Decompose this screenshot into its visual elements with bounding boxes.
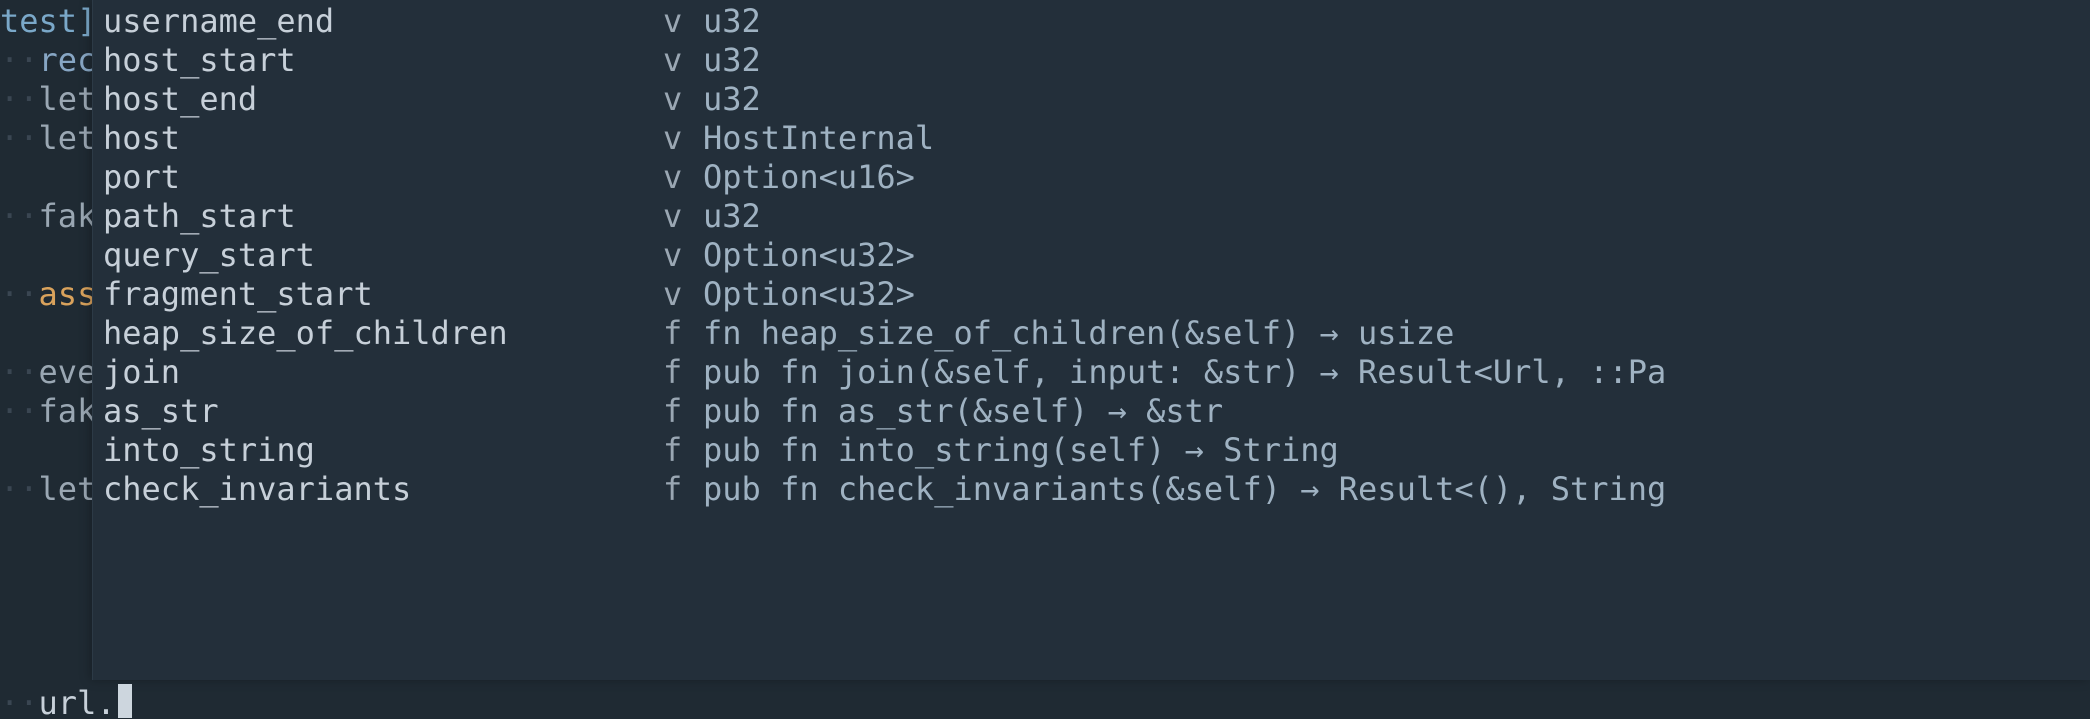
completion-detail: pub fn join(&self, input: &str) → Result… — [703, 353, 2090, 392]
completion-name: query_start — [93, 236, 663, 275]
code-fragment: ··rece — [0, 41, 90, 80]
completion-detail: pub fn check_invariants(&self) → Result<… — [703, 470, 2090, 509]
completion-name: username_end — [93, 2, 663, 41]
indent-guide: ·· — [0, 684, 39, 719]
indent-guide: ·· — [0, 80, 39, 118]
completion-detail: u32 — [703, 80, 2090, 119]
completion-kind: v — [663, 275, 703, 314]
code-fragment: ··ass — [0, 275, 90, 314]
completion-item[interactable]: joinfpub fn join(&self, input: &str) → R… — [93, 351, 2090, 390]
text-caret — [118, 684, 132, 718]
code-fragment: ··fak — [0, 197, 90, 236]
completion-detail: Option<u32> — [703, 275, 2090, 314]
completion-item[interactable]: host_endvu32 — [93, 78, 2090, 117]
completion-item[interactable]: check_invariantsfpub fn check_invariants… — [93, 468, 2090, 507]
completion-name: check_invariants — [93, 470, 663, 509]
completion-name: join — [93, 353, 663, 392]
completion-item[interactable]: query_startvOption<u32> — [93, 234, 2090, 273]
code-fragment: test] — [0, 2, 90, 41]
completion-item[interactable]: fragment_startvOption<u32> — [93, 273, 2090, 312]
code-fragment: ··let — [0, 470, 90, 509]
code-fragment — [0, 158, 90, 197]
completion-item[interactable]: into_stringfpub fn into_string(self) → S… — [93, 429, 2090, 468]
completion-name: host_start — [93, 41, 663, 80]
completion-kind: v — [663, 197, 703, 236]
completion-detail: u32 — [703, 41, 2090, 80]
completion-detail: Option<u16> — [703, 158, 2090, 197]
completion-kind: v — [663, 2, 703, 41]
code-token: test] — [0, 2, 96, 40]
indent-guide: ·· — [0, 197, 39, 235]
completion-detail: fn heap_size_of_children(&self) → usize — [703, 314, 2090, 353]
code-fragment — [0, 236, 90, 275]
completion-kind: f — [663, 314, 703, 353]
code-token: eve — [39, 353, 97, 391]
code-fragment: ··let — [0, 80, 90, 119]
code-text: url. — [39, 684, 116, 719]
completion-item[interactable]: username_endvu32 — [93, 0, 2090, 39]
completion-item[interactable]: heap_size_of_childrenffn heap_size_of_ch… — [93, 312, 2090, 351]
code-token: let — [39, 80, 97, 118]
completion-kind: v — [663, 158, 703, 197]
code-token: let — [39, 119, 97, 157]
completion-name: host — [93, 119, 663, 158]
completion-kind: f — [663, 392, 703, 431]
code-fragment: ··eve — [0, 353, 90, 392]
active-code-line[interactable]: ··url. — [0, 680, 132, 719]
code-token: fak — [39, 197, 97, 235]
completion-detail: u32 — [703, 2, 2090, 41]
completion-name: heap_size_of_children — [93, 314, 663, 353]
completion-detail: pub fn as_str(&self) → &str — [703, 392, 2090, 431]
completion-kind: f — [663, 431, 703, 470]
code-fragment — [0, 314, 90, 353]
code-token: ass — [39, 275, 97, 313]
completion-name: fragment_start — [93, 275, 663, 314]
indent-guide: ·· — [0, 275, 39, 313]
completion-item[interactable]: host_startvu32 — [93, 39, 2090, 78]
completion-name: into_string — [93, 431, 663, 470]
code-fragment: ··let — [0, 119, 90, 158]
completion-kind: v — [663, 236, 703, 275]
completion-name: as_str — [93, 392, 663, 431]
completion-item[interactable]: portvOption<u16> — [93, 156, 2090, 195]
completion-kind: f — [663, 470, 703, 509]
completion-name: port — [93, 158, 663, 197]
indent-guide: ·· — [0, 353, 39, 391]
completion-detail: u32 — [703, 197, 2090, 236]
code-gutter: test]··rece··let··let··fak··ass··eve··fa… — [0, 0, 90, 509]
completion-kind: v — [663, 80, 703, 119]
indent-guide: ·· — [0, 119, 39, 157]
indent-guide: ·· — [0, 470, 39, 508]
code-fragment: ··fak — [0, 392, 90, 431]
completion-name: path_start — [93, 197, 663, 236]
completion-kind: v — [663, 119, 703, 158]
completion-item[interactable]: path_startvu32 — [93, 195, 2090, 234]
completion-detail: Option<u32> — [703, 236, 2090, 275]
completion-kind: v — [663, 41, 703, 80]
completion-item[interactable]: as_strfpub fn as_str(&self) → &str — [93, 390, 2090, 429]
completion-kind: f — [663, 353, 703, 392]
code-token: fak — [39, 392, 97, 430]
editor-pane[interactable]: test]··rece··let··let··fak··ass··eve··fa… — [0, 0, 2090, 719]
code-fragment — [0, 431, 90, 470]
completion-detail: HostInternal — [703, 119, 2090, 158]
completion-name: host_end — [93, 80, 663, 119]
code-token: let — [39, 470, 97, 508]
indent-guide: ·· — [0, 41, 39, 79]
completion-detail: pub fn into_string(self) → String — [703, 431, 2090, 470]
autocomplete-popup[interactable]: username_endvu32host_startvu32host_endvu… — [92, 0, 2090, 680]
completion-item[interactable]: hostvHostInternal — [93, 117, 2090, 156]
indent-guide: ·· — [0, 392, 39, 430]
